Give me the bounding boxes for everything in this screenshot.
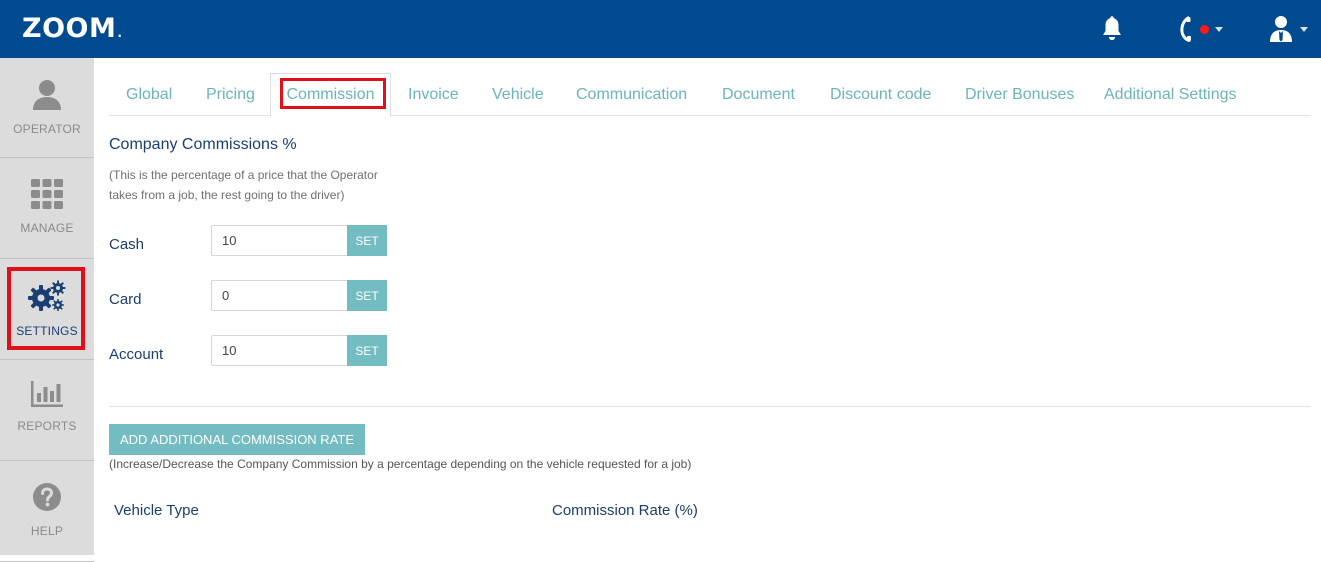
gears-icon xyxy=(28,280,66,311)
vehicle-type-column-header: Vehicle Type xyxy=(114,502,199,519)
person-icon xyxy=(33,80,61,110)
card-label: Card xyxy=(109,291,142,308)
settings-tabs: Global Pricing Commission Invoice Vehicl… xyxy=(109,73,1311,117)
sidebar-item-label: MANAGE xyxy=(20,221,74,235)
top-bar: ZOOM. xyxy=(0,0,1321,58)
section-divider xyxy=(109,406,1311,407)
cash-commission-input[interactable] xyxy=(211,225,348,256)
logo-dot: . xyxy=(117,26,123,40)
tab-additional-settings[interactable]: Additional Settings xyxy=(1104,73,1237,116)
tab-invoice[interactable]: Invoice xyxy=(408,73,459,116)
chevron-down-icon xyxy=(1300,26,1308,32)
sidebar-item-reports[interactable]: REPORTS xyxy=(0,361,94,461)
sidebar-item-label: HELP xyxy=(30,524,64,538)
tab-discount-code[interactable]: Discount code xyxy=(830,73,931,116)
user-menu[interactable] xyxy=(1268,13,1308,45)
bell-icon xyxy=(1103,16,1121,40)
tab-commission[interactable]: Commission xyxy=(270,73,391,117)
cash-label: Cash xyxy=(109,236,145,253)
account-set-button[interactable]: SET xyxy=(347,335,387,366)
section-title: Company Commissions % xyxy=(109,136,297,153)
notifications-button[interactable] xyxy=(1100,13,1124,45)
add-additional-commission-rate-button[interactable]: ADD ADDITIONAL COMMISSION RATE xyxy=(109,424,365,455)
tab-document[interactable]: Document xyxy=(722,73,795,116)
tab-driver-bonuses[interactable]: Driver Bonuses xyxy=(965,73,1074,116)
sidebar-item-label: REPORTS xyxy=(17,419,77,433)
sidebar-item-manage[interactable]: MANAGE xyxy=(0,159,94,259)
commission-rate-column-header: Commission Rate (%) xyxy=(552,502,698,519)
bar-chart-icon xyxy=(31,381,63,407)
tab-vehicle[interactable]: Vehicle xyxy=(492,73,544,116)
sidebar-item-label: OPERATOR xyxy=(13,122,81,136)
phone-status-menu[interactable] xyxy=(1178,13,1223,45)
sidebar-item-help[interactable]: HELP xyxy=(0,462,94,562)
sidebar-item-settings[interactable]: SETTINGS xyxy=(0,260,94,360)
card-commission-input[interactable] xyxy=(211,280,348,311)
card-set-button[interactable]: SET xyxy=(347,280,387,311)
sidebar: OPERATOR MANAGE SETTINGS REPORTS HELP xyxy=(0,58,94,562)
zoom-logo[interactable]: ZOOM. xyxy=(22,13,122,44)
sidebar-item-label: SETTINGS xyxy=(16,324,78,338)
account-label: Account xyxy=(109,346,164,363)
additional-description: (Increase/Decrease the Company Commissio… xyxy=(109,457,692,471)
tab-communication[interactable]: Communication xyxy=(576,73,687,116)
phone-icon xyxy=(1180,16,1191,42)
logo-text: ZOOM xyxy=(22,13,117,44)
tab-global[interactable]: Global xyxy=(126,73,172,116)
status-dot xyxy=(1200,24,1209,34)
section-description: (This is the percentage of a price that … xyxy=(109,168,378,202)
sidebar-item-operator[interactable]: OPERATOR xyxy=(0,58,94,158)
tab-pricing[interactable]: Pricing xyxy=(206,73,255,116)
grid-icon xyxy=(31,179,63,209)
user-icon xyxy=(1270,16,1292,42)
chevron-down-icon xyxy=(1215,26,1223,32)
question-icon xyxy=(33,483,61,511)
cash-set-button[interactable]: SET xyxy=(347,225,387,256)
account-commission-input[interactable] xyxy=(211,335,348,366)
